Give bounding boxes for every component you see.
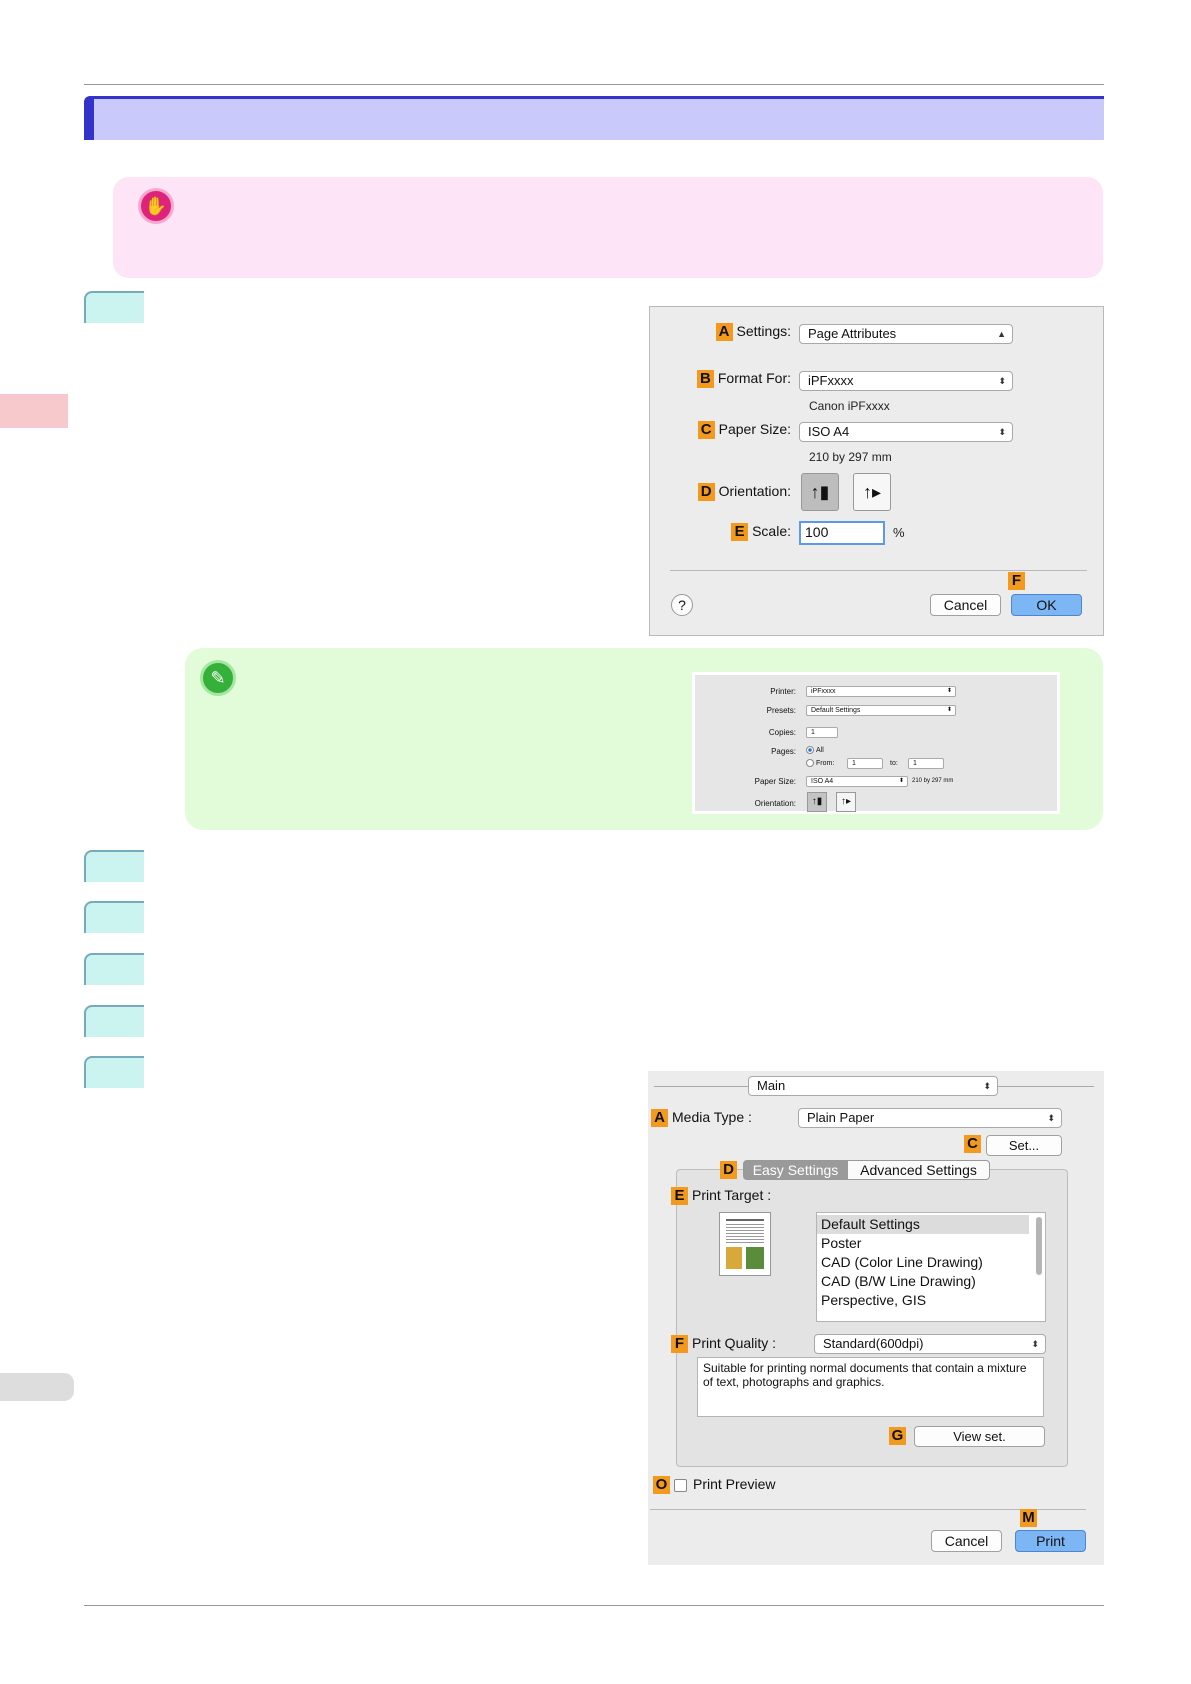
badge-c: C <box>697 421 715 440</box>
view-settings-button[interactable]: View set. <box>914 1426 1045 1447</box>
print-quality-description: Suitable for printing normal documents t… <box>697 1357 1044 1417</box>
set-button[interactable]: Set... <box>986 1135 1062 1156</box>
media-type-popup[interactable]: Plain Paper ⬍ <box>798 1108 1062 1128</box>
list-item[interactable]: CAD (Color Line Drawing) <box>817 1253 1029 1272</box>
mini-to-label: to: <box>890 760 898 767</box>
mini-presets-label: Presets: <box>766 706 796 715</box>
tab-easy-settings[interactable]: Easy Settings <box>743 1160 848 1180</box>
help-button[interactable]: ? <box>671 594 693 616</box>
paper-size-popup[interactable]: ISO A4 ⬍ <box>799 422 1013 442</box>
landscape-orientation-button[interactable]: ↑▸ <box>853 473 891 511</box>
badge-d: D <box>720 1161 741 1179</box>
print-preview-option[interactable]: O Print Preview <box>653 1476 775 1495</box>
list-scrollbar[interactable] <box>1036 1217 1042 1275</box>
radio-on-icon <box>806 746 814 754</box>
mini-pages-label: Pages: <box>771 747 796 756</box>
mini-landscape-button[interactable]: ↑▸ <box>836 792 856 812</box>
settings-popup[interactable]: Page Attributes ▲ <box>799 324 1013 344</box>
step-marker-6 <box>84 1056 144 1088</box>
step-marker-2 <box>84 850 144 882</box>
badge-c: C <box>964 1135 985 1153</box>
mini-copies-input[interactable]: 1 <box>806 727 838 738</box>
badge-e: E <box>671 1187 688 1206</box>
mini-from-input[interactable]: 1 <box>847 758 883 769</box>
tab-advanced-settings[interactable]: Advanced Settings <box>847 1160 990 1180</box>
mini-pages-from[interactable]: From: <box>806 759 834 767</box>
chapter-side-tab <box>0 394 68 428</box>
list-item[interactable]: CAD (B/W Line Drawing) <box>817 1272 1029 1291</box>
list-item[interactable]: Default Settings <box>817 1215 1029 1234</box>
stepper-arrows-icon: ⬍ <box>998 376 1006 386</box>
mini-portrait-button[interactable]: ↑▮ <box>807 792 827 812</box>
mini-to-input[interactable]: 1 <box>908 758 944 769</box>
print-quality-label: F Print Quality : <box>671 1335 776 1354</box>
step-marker-1 <box>84 291 144 323</box>
media-type-label: A Media Type : <box>651 1109 752 1128</box>
print-preview-checkbox[interactable] <box>674 1478 687 1492</box>
badge-f: F <box>1008 572 1029 590</box>
mini-paper-detail: 210 by 297 mm <box>912 778 954 784</box>
mini-orientation-label: Orientation: <box>754 799 796 808</box>
badge-g: G <box>889 1427 910 1445</box>
paper-size-label: C Paper Size: <box>697 421 791 440</box>
mini-paper-popup[interactable]: ISO A4 ⬍ <box>806 776 908 787</box>
scale-unit: % <box>893 525 905 540</box>
mini-printer-popup[interactable]: iPFxxxx ⬍ <box>806 686 956 697</box>
print-quality-popup[interactable]: Standard(600dpi) ⬍ <box>814 1334 1046 1354</box>
step-marker-5 <box>84 1005 144 1037</box>
print-target-label: E Print Target : <box>671 1187 771 1206</box>
ok-button[interactable]: OK <box>1011 594 1082 616</box>
mini-pages-all[interactable]: All <box>806 746 824 754</box>
print-cancel-button[interactable]: Cancel <box>931 1530 1002 1552</box>
scale-input[interactable]: 100 <box>799 521 885 545</box>
format-for-label: B Format For: <box>696 370 791 389</box>
scale-label: E Scale: <box>731 523 791 542</box>
settings-label: A Settings: <box>715 323 791 342</box>
orientation-label: D Orientation: <box>697 483 791 502</box>
format-for-popup[interactable]: iPFxxxx ⬍ <box>799 371 1013 391</box>
document-preview-image <box>719 1212 771 1276</box>
section-banner <box>84 96 1104 140</box>
badge-a: A <box>715 323 733 342</box>
portrait-person-icon: ↑▮ <box>810 482 830 502</box>
print-target-list[interactable]: Default Settings Poster CAD (Color Line … <box>816 1212 1046 1322</box>
page-side-tab <box>0 1373 74 1401</box>
mini-paper-label: Paper Size: <box>754 777 796 786</box>
step-marker-3 <box>84 901 144 933</box>
badge-e: E <box>731 523 749 542</box>
bottom-rule <box>84 1605 1104 1606</box>
portrait-orientation-button[interactable]: ↑▮ <box>801 473 839 511</box>
badge-f: F <box>671 1335 688 1354</box>
badge-a: A <box>651 1109 668 1128</box>
badge-b: B <box>696 370 714 389</box>
mini-printer-label: Printer: <box>770 687 796 696</box>
mini-presets-popup[interactable]: Default Settings ⬍ <box>806 705 956 716</box>
mini-copies-label: Copies: <box>768 728 796 737</box>
format-for-detail: Canon iPFxxxx <box>809 399 890 413</box>
badge-d: D <box>697 483 715 502</box>
stop-hand-icon: ✋ <box>138 188 174 224</box>
step-marker-4 <box>84 953 144 985</box>
page-setup-dialog: A Settings: Page Attributes ▲ B Format For:… <box>649 306 1104 636</box>
landscape-person-icon: ↑▸ <box>862 482 882 502</box>
paper-size-detail: 210 by 297 mm <box>809 450 892 464</box>
cancel-button[interactable]: Cancel <box>930 594 1001 616</box>
important-box <box>113 177 1103 278</box>
list-item[interactable]: Perspective, GIS <box>817 1291 1029 1310</box>
list-item[interactable]: Poster <box>817 1234 1029 1253</box>
print-button[interactable]: Print <box>1015 1530 1086 1552</box>
badge-m: M <box>1020 1509 1041 1527</box>
stepper-arrows-icon: ⬍ <box>998 427 1006 437</box>
top-rule <box>84 84 1104 85</box>
radio-off-icon <box>806 759 814 767</box>
dialog-separator <box>670 570 1087 571</box>
print-dialog-thumbnail: Printer: iPFxxxx ⬍ Presets: Default Setti… <box>692 672 1060 814</box>
panel-popup[interactable]: Main ⬍ <box>748 1076 998 1096</box>
badge-o: O <box>653 1476 670 1495</box>
pencil-note-icon: ✎ <box>200 660 236 696</box>
stepper-arrows-icon: ▲ <box>997 329 1006 339</box>
